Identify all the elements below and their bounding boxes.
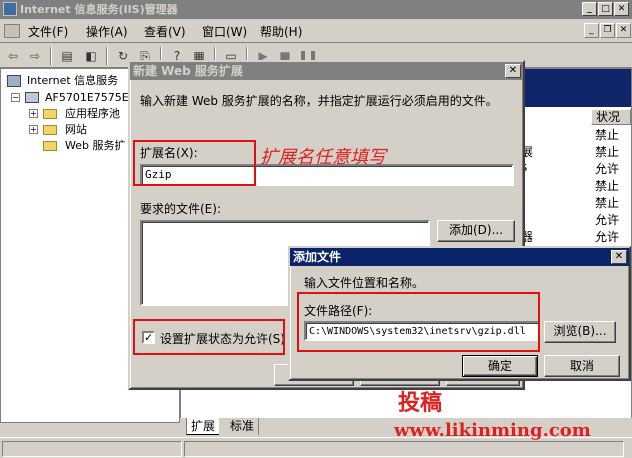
status-cell: 允许 <box>595 213 620 227</box>
status-panel <box>184 441 624 457</box>
status-panel <box>2 441 182 457</box>
add-instruction-text: 输入文件位置和名称。 <box>304 276 425 290</box>
expand-icon[interactable]: + <box>29 109 38 118</box>
close-button[interactable]: ✕ <box>614 2 629 16</box>
show-tree-icon[interactable]: ◧ <box>82 47 100 65</box>
folder-icon <box>43 125 57 135</box>
status-cell: 禁止 <box>595 128 620 142</box>
watermark-line2: www.likinming.com <box>394 420 591 441</box>
add-dialog-title-bar: 添加文件 <box>290 248 629 266</box>
menu-window[interactable]: 窗口(W) <box>202 24 247 40</box>
tab-standard[interactable]: 标准 <box>226 418 260 435</box>
menu-view[interactable]: 查看(V) <box>144 24 186 40</box>
tab-extended[interactable]: 扩展 <box>186 418 220 435</box>
menu-help[interactable]: 帮助(H) <box>260 24 302 40</box>
status-cell: 禁止 <box>595 196 620 210</box>
required-files-label: 要求的文件(E): <box>140 202 221 216</box>
mdi-minimize-button[interactable]: _ <box>584 23 599 38</box>
menu-bar: 文件(F) 操作(A) 查看(V) 窗口(W) 帮助(H) _ ❐ ✕ <box>0 19 632 43</box>
iis-app-icon <box>3 2 17 16</box>
tree-item-label: 网站 <box>65 123 87 136</box>
toolbar-separator <box>50 47 52 65</box>
ext-dialog-title-bar: 新建 Web 服务扩展 <box>130 62 523 80</box>
menu-action[interactable]: 操作(A) <box>86 24 128 40</box>
add-dialog-title: 添加文件 <box>293 250 342 264</box>
status-cell: 禁止 <box>595 179 620 193</box>
add-file-button[interactable]: 添加(D)... <box>437 220 515 242</box>
iis-root-icon <box>7 75 21 87</box>
tree-item-label: Web 服务扩 <box>65 139 126 152</box>
mmc-icon <box>4 24 20 38</box>
folder-icon <box>43 109 57 119</box>
ext-instruction-text: 输入新建 Web 服务扩展的名称，并指定扩展运行必须启用的文件。 <box>140 94 498 108</box>
watermark-line1: 投稿 <box>398 390 443 416</box>
ext-dialog-title: 新建 Web 服务扩展 <box>133 64 243 78</box>
highlight-box-path <box>297 292 540 352</box>
browse-button[interactable]: 浏览(B)... <box>544 321 616 343</box>
highlight-box-name <box>133 140 256 186</box>
folder-icon <box>43 141 57 151</box>
tree-item-label: 应用程序池 <box>65 107 120 120</box>
back-icon[interactable]: ⇦ <box>4 47 22 65</box>
maximize-button[interactable]: □ <box>598 2 613 16</box>
annotation-hint: 扩展名任意填写 <box>260 147 386 168</box>
expand-icon[interactable]: + <box>29 125 38 134</box>
forward-icon[interactable]: ⇨ <box>26 47 44 65</box>
window-title: Internet 信息服务(IIS)管理器 <box>20 3 178 16</box>
tree-root-label: Internet 信息服务 <box>27 74 119 87</box>
status-cell: 允许 <box>595 230 620 244</box>
add-ok-button[interactable]: 确定 <box>462 355 538 377</box>
up-folder-icon[interactable]: ▤ <box>58 47 76 65</box>
column-header-status[interactable]: 状况 <box>591 109 631 125</box>
minimize-button[interactable]: _ <box>582 2 597 16</box>
toolbar-separator <box>106 47 108 65</box>
mdi-close-button[interactable]: ✕ <box>616 23 631 38</box>
add-dialog-close-button[interactable]: ✕ <box>611 250 627 264</box>
ext-dialog-close-button[interactable]: ✕ <box>505 64 521 78</box>
highlight-box-checkbox <box>133 319 285 355</box>
menu-file[interactable]: 文件(F) <box>28 24 68 40</box>
mdi-restore-button[interactable]: ❐ <box>600 23 615 38</box>
add-cancel-button[interactable]: 取消 <box>544 355 620 377</box>
status-cell: 允许 <box>595 162 620 176</box>
collapse-icon[interactable]: − <box>11 93 20 102</box>
status-cell: 禁止 <box>595 145 620 159</box>
server-icon <box>25 92 39 103</box>
window-title-bar: Internet 信息服务(IIS)管理器 _ □ ✕ <box>0 0 632 19</box>
